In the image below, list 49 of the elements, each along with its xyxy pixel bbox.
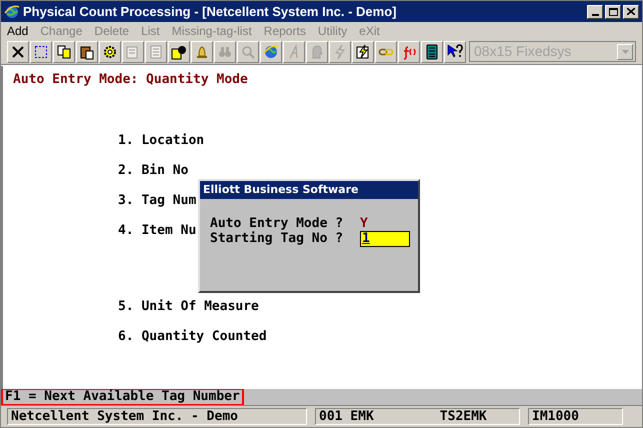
clipboard-icon	[79, 44, 95, 60]
field-label: 4. Item Nu	[118, 224, 196, 237]
window-title: Physical Count Processing - [Netcellent System Inc. - Demo]	[23, 2, 396, 21]
maximize-button[interactable]	[605, 4, 621, 18]
field-label: 2. Bin No	[118, 164, 188, 177]
calculator-icon	[424, 44, 440, 60]
status-program: IM1000	[528, 408, 623, 425]
toolbar-button[interactable]	[76, 40, 98, 62]
copy-icon	[56, 44, 72, 60]
field-label: 1. Location	[118, 134, 204, 147]
toolbar-button[interactable]	[53, 40, 75, 62]
x-icon	[10, 44, 26, 60]
menu-item[interactable]: Add	[7, 22, 28, 40]
toolbar-button[interactable]	[421, 40, 443, 62]
toolbar-button[interactable]	[168, 40, 190, 62]
screen-heading: Auto Entry Mode: Quantity Mode	[13, 73, 248, 86]
minimize-button[interactable]	[587, 4, 603, 18]
status-terminal: TS2EMK	[440, 409, 487, 424]
prompt-label: Auto Entry Mode ?	[210, 217, 344, 230]
function-icon	[401, 44, 417, 60]
toolbar-button[interactable]	[352, 40, 374, 62]
toolbar-button[interactable]	[444, 40, 466, 62]
field-label: 5. Unit Of Measure	[118, 300, 259, 313]
status-company: Netcellent System Inc. - Demo	[7, 408, 307, 425]
lightning-document-icon	[355, 44, 371, 60]
lightning-icon	[332, 44, 348, 60]
field-label: 3. Tag Num	[118, 194, 196, 207]
globe-icon	[263, 44, 279, 60]
prompt-value: Y	[360, 217, 368, 230]
status-user: 001 EMK	[319, 409, 374, 424]
dialog-title: Elliott Business Software	[203, 182, 358, 198]
maximize-icon	[608, 8, 618, 16]
toolbar-button[interactable]	[99, 40, 121, 62]
selection-icon	[33, 44, 49, 60]
magnifier-icon	[240, 44, 256, 60]
bell-icon	[194, 44, 210, 60]
list-icon	[148, 44, 164, 60]
prompt-label: Starting Tag No ?	[210, 232, 344, 245]
globe-icon	[4, 4, 20, 20]
pointer-question-icon	[447, 44, 463, 60]
caret-icon	[622, 50, 628, 54]
minimize-icon	[592, 14, 598, 16]
toolbar-button[interactable]	[30, 40, 52, 62]
close-button[interactable]	[623, 4, 639, 18]
toolbar-button[interactable]	[7, 40, 29, 62]
input-field[interactable]: 1	[360, 230, 410, 246]
close-icon	[627, 8, 635, 15]
field-label: 6. Quantity Counted	[118, 330, 267, 343]
gear-icon	[102, 44, 118, 60]
